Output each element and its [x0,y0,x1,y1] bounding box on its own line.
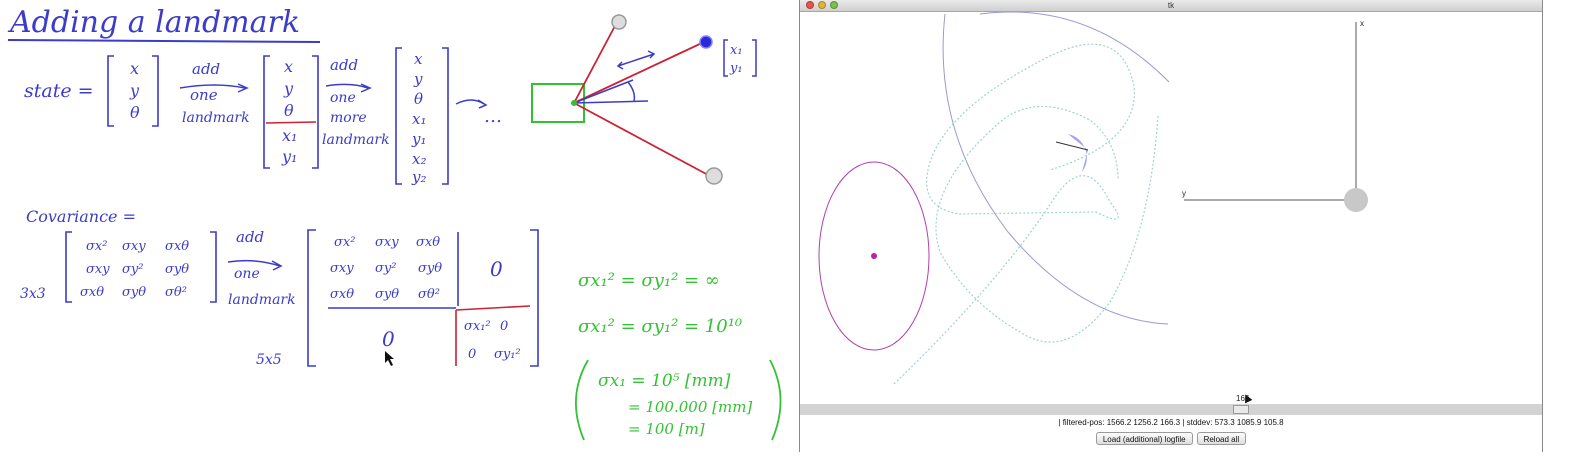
state-vector-3-item: y [413,70,423,88]
state-vector-item: θ [130,103,140,122]
map-canvas[interactable]: x y [800,12,1542,404]
state-vector-3-item: y₂ [411,168,427,186]
cov5-zero-bottom: 0 [382,327,395,351]
robot-pose-marker [1344,188,1368,212]
whiteboard-canvas: Adding a landmark state = x y θ add one … [7,5,782,441]
button-row: Load (additional) logfile Reload all [800,432,1542,445]
landmark-label: x₁ [730,43,743,58]
axis-label-x: x [1360,19,1364,28]
size-3x3: 3x3 [20,286,46,302]
cov3-cell: σxy [122,239,146,254]
arrow1-label: landmark [182,110,250,126]
mouse-cursor-board [385,351,394,366]
cov3-cell: σy² [122,262,143,277]
cov3-cell: σθ² [165,285,187,300]
arrow3-label: landmark [228,292,296,308]
cov5-block-cell: σy₁² [494,347,521,362]
cov5-block-cell: 0 [468,347,476,362]
window-titlebar[interactable]: tk [800,0,1542,12]
equation-variance: σx₁² = σy₁² = 10¹⁰ [578,316,742,337]
cov3-cell: σxy [86,262,110,277]
state-vector-2-item: y₁ [281,147,297,166]
arrow2-label: landmark [322,132,390,148]
cov3-cell: σxθ [165,239,189,254]
equation-stddev-m: = 100 [m] [628,420,705,438]
robot-sketch [531,14,723,185]
tk-window: tk x y 166 | filtered-pos: 1566.2 1256.2… [799,0,1543,452]
cov3-cell: σx² [86,239,107,254]
size-5x5: 5x5 [256,352,282,368]
arrow1-label: one [190,86,218,104]
cov3-cell: σyθ [122,285,146,300]
cov5-cell: σθ² [418,287,440,302]
state-label: state = [24,80,94,102]
reload-all-button[interactable]: Reload all [1196,432,1247,445]
state-vector-2-item: y [283,79,294,98]
arrow1-label: add [192,60,220,78]
arrow3-label: add [236,228,264,246]
arrow3-label: one [234,266,260,282]
scale-thumb[interactable] [1233,405,1249,414]
state-vector-item: x [130,59,139,78]
cov5-cell: σyθ [418,261,442,276]
arrow2-label: one [330,90,356,106]
cov5-cell: σyθ [375,287,399,302]
state-vector-2-item: x₁ [282,126,297,145]
robot-heading-wedge [1068,134,1088,172]
robot-trajectory [893,43,1159,385]
axis-label-y: y [1182,189,1186,198]
cov5-cell: σx² [334,235,355,250]
landmark-label: y₁ [729,61,743,76]
cov5-block-cell: σx₁² [464,319,491,334]
window-title: tk [1167,1,1175,10]
arena-arc [942,13,1169,325]
state-vector-3-item: x₁ [412,110,426,128]
cov5-cell: σxθ [416,235,440,250]
state-vector-item: y [129,81,140,100]
state-vector-3-item: x₂ [412,150,426,168]
state-vector-3-item: x [414,50,423,68]
cov5-block-cell: 0 [500,319,508,334]
arrow2-label: more [330,110,367,126]
whiteboard-title: Adding a landmark [7,5,300,40]
equation-infinity: σx₁² = σy₁² = ∞ [578,270,720,291]
cov5-cell: σxy [375,235,399,250]
status-text: | filtered-pos: 1566.2 1256.2 166.3 | st… [1058,418,1284,427]
state-vector-3-item: θ [414,90,423,108]
cov5-cell: σxθ [330,287,354,302]
estimated-position-dot [871,253,877,259]
state-vector-2-item: x [284,57,293,76]
cov5-cell: σxy [330,261,354,276]
time-scale[interactable] [800,404,1542,415]
cov5-zero-right: 0 [490,257,503,281]
state-vector-3-item: y₁ [411,130,427,148]
cov5-cell: σy² [375,261,396,276]
load-logfile-button[interactable]: Load (additional) logfile [1095,432,1193,445]
arena-arc-top [979,12,1170,83]
cov3-cell: σxθ [80,285,104,300]
ellipsis: … [484,106,502,127]
arrow2-label: add [330,56,358,74]
covariance-label: Covariance = [26,207,136,226]
cov3-cell: σyθ [165,262,189,277]
whiteboard: Adding a landmark state = x y θ add one … [0,0,800,454]
state-vector-2-item: θ [284,101,294,120]
equation-stddev-100k: = 100.000 [mm] [628,398,752,416]
equation-stddev-mm: σx₁ = 10⁵ [mm] [598,371,731,391]
